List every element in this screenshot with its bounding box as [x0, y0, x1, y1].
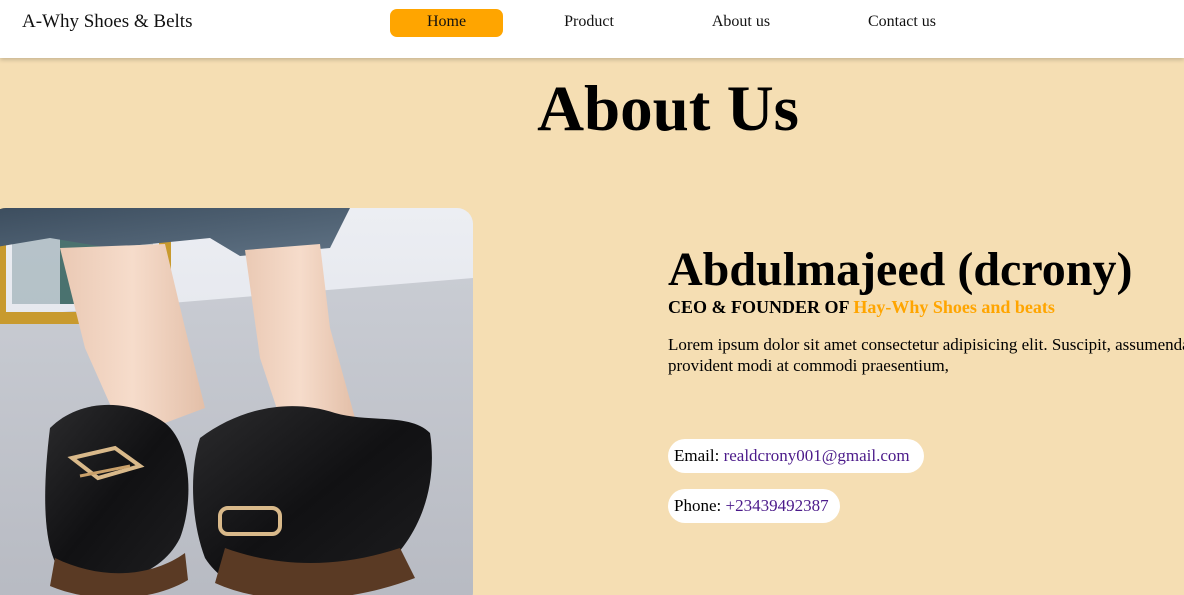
email-link[interactable]: realdcrony001@gmail.com — [724, 446, 910, 465]
email-label: Email: — [674, 446, 720, 465]
founder-role: CEO & FOUNDER OF Hay-Why Shoes and beats — [668, 297, 1184, 318]
nav-home-link[interactable]: Home — [390, 9, 503, 37]
founder-profile: Abdulmajeed (dcrony) CEO & FOUNDER OF Ha… — [668, 243, 1184, 376]
role-prefix: CEO & FOUNDER OF — [668, 297, 849, 317]
nav-contact-link[interactable]: Contact us — [856, 9, 948, 37]
site-brand[interactable]: A-Why Shoes & Belts — [22, 11, 192, 33]
about-section: About Us Abdulmajeed (dcrony) CEO & FOUN… — [0, 58, 1184, 595]
shoe-photo — [0, 208, 473, 595]
phone-link[interactable]: +23439492387 — [725, 496, 828, 515]
founder-name: Abdulmajeed (dcrony) — [668, 243, 1133, 296]
founder-bio: Lorem ipsum dolor sit amet consectetur a… — [668, 335, 1184, 375]
phone-pill: Phone: +23439492387 — [668, 489, 840, 523]
top-navbar: A-Why Shoes & Belts Home Product About u… — [0, 0, 1184, 58]
page-title: About Us — [537, 73, 799, 145]
phone-label: Phone: — [674, 496, 722, 515]
role-company: Hay-Why Shoes and beats — [853, 297, 1055, 317]
nav-product-link[interactable]: Product — [549, 9, 629, 37]
nav-about-link[interactable]: About us — [700, 9, 782, 37]
email-pill: Email: realdcrony001@gmail.com — [668, 439, 924, 473]
